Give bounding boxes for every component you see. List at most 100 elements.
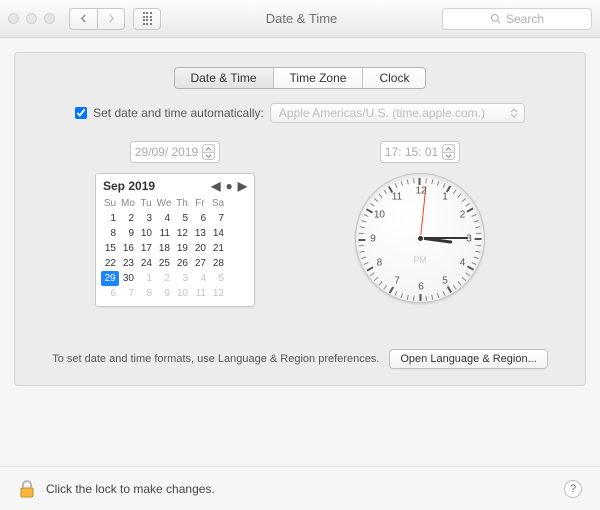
tab-time-zone[interactable]: Time Zone — [274, 68, 364, 88]
calendar-day[interactable]: 8 — [101, 226, 119, 241]
calendar-day[interactable]: 5 — [173, 211, 191, 226]
calendar-day: 5 — [209, 271, 227, 286]
titlebar: Date & Time Search — [0, 0, 600, 38]
calendar-day[interactable]: 23 — [119, 256, 137, 271]
calendar-dow: Tu — [137, 196, 155, 211]
clock-numeral: 3 — [466, 234, 472, 245]
time-step-down[interactable] — [442, 152, 455, 160]
calendar-day[interactable]: 10 — [137, 226, 155, 241]
hint-row: To set date and time formats, use Langua… — [31, 349, 569, 369]
calendar-day[interactable]: 1 — [101, 211, 119, 226]
calendar-day[interactable]: 15 — [101, 241, 119, 256]
calendar-day: 7 — [119, 286, 137, 301]
calendar-dow: Fr — [191, 196, 209, 211]
calendar-day[interactable]: 27 — [191, 256, 209, 271]
calendar-month: Sep 2019 — [103, 179, 155, 193]
calendar-day: 10 — [173, 286, 191, 301]
cal-next-button[interactable]: ▶ — [238, 179, 247, 193]
calendar-day[interactable]: 3 — [137, 211, 155, 226]
clock-numeral: 8 — [377, 258, 383, 269]
traffic-lights — [8, 13, 55, 24]
clock-numeral: 1 — [442, 192, 448, 203]
calendar-day[interactable]: 20 — [191, 241, 209, 256]
minimize-icon[interactable] — [26, 13, 37, 24]
calendar-day[interactable]: 26 — [173, 256, 191, 271]
zoom-icon[interactable] — [44, 13, 55, 24]
close-icon[interactable] — [8, 13, 19, 24]
open-language-region-button[interactable]: Open Language & Region... — [389, 349, 547, 369]
date-time-row: 29/09/ 2019 Sep 2019 ◀ ● ▶ SuMoTuWeThFrS… — [31, 141, 569, 307]
analog-clock: PM 123456789101112 — [355, 173, 485, 303]
date-column: 29/09/ 2019 Sep 2019 ◀ ● ▶ SuMoTuWeThFrS… — [95, 141, 255, 307]
calendar-day: 2 — [155, 271, 173, 286]
calendar-day[interactable]: 17 — [137, 241, 155, 256]
clock-numeral: 12 — [415, 186, 426, 197]
calendar-day[interactable]: 7 — [209, 211, 227, 226]
calendar-day[interactable]: 4 — [155, 211, 173, 226]
auto-set-row: Set date and time automatically: Apple A… — [31, 103, 569, 123]
date-field[interactable]: 29/09/ 2019 — [130, 141, 220, 163]
calendar-day[interactable]: 18 — [155, 241, 173, 256]
show-all-button[interactable] — [133, 8, 161, 30]
date-stepper — [202, 144, 215, 160]
calendar-day[interactable]: 30 — [119, 271, 137, 286]
calendar-day[interactable]: 13 — [191, 226, 209, 241]
time-server-value: Apple Americas/U.S. (time.apple.com.) — [279, 106, 485, 120]
date-step-down[interactable] — [202, 152, 215, 160]
calendar-dow: Th — [173, 196, 191, 211]
calendar-day[interactable]: 2 — [119, 211, 137, 226]
tab-clock[interactable]: Clock — [363, 68, 425, 88]
calendar-day[interactable]: 11 — [155, 226, 173, 241]
calendar-dow: We — [155, 196, 173, 211]
clock-numeral: 9 — [370, 234, 376, 245]
time-stepper — [442, 144, 455, 160]
calendar-grid: SuMoTuWeThFrSa12345678910111213141516171… — [101, 196, 249, 301]
calendar-day[interactable]: 19 — [173, 241, 191, 256]
calendar-day: 12 — [209, 286, 227, 301]
cal-today-button[interactable]: ● — [226, 179, 233, 193]
calendar-dow: Sa — [209, 196, 227, 211]
back-button[interactable] — [69, 8, 97, 30]
calendar-day: 3 — [173, 271, 191, 286]
grid-icon — [143, 12, 152, 25]
cal-prev-button[interactable]: ◀ — [211, 179, 220, 193]
date-field-value: 29/09/ 2019 — [135, 145, 198, 159]
calendar-day[interactable]: 12 — [173, 226, 191, 241]
calendar-day[interactable]: 25 — [155, 256, 173, 271]
calendar: Sep 2019 ◀ ● ▶ SuMoTuWeThFrSa12345678910… — [95, 173, 255, 307]
tab-date-time[interactable]: Date & Time — [175, 68, 274, 88]
calendar-dow: Su — [101, 196, 119, 211]
clock-numeral: 7 — [394, 275, 400, 286]
time-field[interactable]: 17: 15: 01 — [380, 141, 460, 163]
calendar-day[interactable]: 9 — [119, 226, 137, 241]
calendar-day[interactable]: 21 — [209, 241, 227, 256]
auto-set-label: Set date and time automatically: — [93, 106, 264, 120]
calendar-day: 11 — [191, 286, 209, 301]
auto-set-checkbox[interactable] — [75, 107, 87, 119]
chevron-updown-icon — [510, 108, 518, 118]
calendar-day[interactable]: 28 — [209, 256, 227, 271]
tab-segmented: Date & Time Time Zone Clock — [174, 67, 427, 89]
calendar-day: 4 — [191, 271, 209, 286]
forward-button[interactable] — [97, 8, 125, 30]
help-button[interactable]: ? — [564, 480, 582, 498]
calendar-header: Sep 2019 ◀ ● ▶ — [101, 179, 249, 196]
time-server-select[interactable]: Apple Americas/U.S. (time.apple.com.) — [270, 103, 525, 123]
calendar-day[interactable]: 14 — [209, 226, 227, 241]
calendar-day[interactable]: 6 — [191, 211, 209, 226]
calendar-day[interactable]: 22 — [101, 256, 119, 271]
search-icon — [490, 13, 501, 24]
calendar-day[interactable]: 24 — [137, 256, 155, 271]
calendar-day: 9 — [155, 286, 173, 301]
clock-numeral: 4 — [460, 258, 466, 269]
search-input[interactable]: Search — [442, 8, 592, 30]
date-step-up[interactable] — [202, 144, 215, 152]
calendar-day[interactable]: 29 — [101, 271, 119, 286]
calendar-nav: ◀ ● ▶ — [211, 179, 247, 193]
calendar-dow: Mo — [119, 196, 137, 211]
lock-icon[interactable] — [18, 479, 36, 499]
calendar-day[interactable]: 16 — [119, 241, 137, 256]
time-step-up[interactable] — [442, 144, 455, 152]
clock-numeral: 6 — [418, 282, 424, 293]
nav-buttons — [69, 8, 125, 30]
